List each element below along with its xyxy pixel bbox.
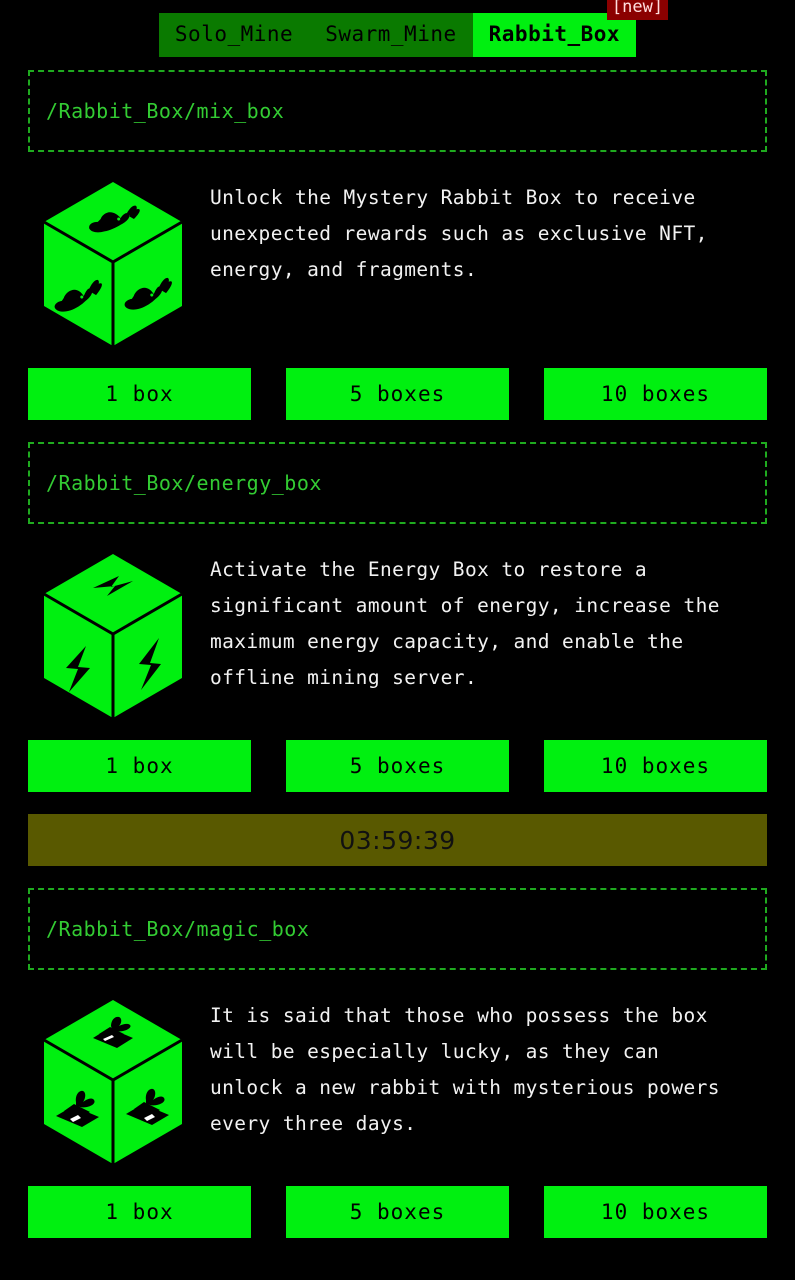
path-header-magic-box: /Rabbit_Box/magic_box [28, 888, 767, 970]
button-row-magic-box: 1 box 5 boxes 10 boxes [28, 1186, 767, 1238]
button-row-energy-box: 1 box 5 boxes 10 boxes [28, 740, 767, 792]
description-mix-box: Unlock the Mystery Rabbit Box to receive… [210, 186, 708, 281]
tab-swarm-mine[interactable]: Swarm_Mine [309, 12, 473, 58]
buy-10-boxes-magic[interactable]: 10 boxes [544, 1186, 767, 1238]
tab-solo-mine[interactable]: Solo_Mine [158, 12, 310, 58]
path-label: /Rabbit_Box/mix_box [46, 99, 285, 123]
section-mix-box: /Rabbit_Box/mix_box Unlock the Mystery R… [28, 70, 767, 420]
buy-1-box-energy[interactable]: 1 box [28, 740, 251, 792]
description-energy-box: Activate the Energy Box to restore a sig… [210, 558, 720, 689]
description-magic-box: It is said that those who possess the bo… [210, 1004, 720, 1135]
section-body-energy-box: Activate the Energy Box to restore a sig… [28, 546, 767, 722]
tab-group: Solo_Mine Swarm_Mine Rabbit_Box [new] [158, 0, 669, 58]
buy-5-boxes-magic[interactable]: 5 boxes [286, 1186, 509, 1238]
section-magic-box: /Rabbit_Box/magic_box It is said that th… [28, 888, 767, 1238]
section-body-mix-box: Unlock the Mystery Rabbit Box to receive… [28, 174, 767, 350]
cooldown-timer-value: 03:59:39 [339, 825, 456, 855]
section-energy-box: /Rabbit_Box/energy_box Activate the Ener… [28, 442, 767, 866]
magic-hat-cube-icon [38, 992, 188, 1168]
path-header-mix-box: /Rabbit_Box/mix_box [28, 70, 767, 152]
buy-1-box-magic[interactable]: 1 box [28, 1186, 251, 1238]
path-header-energy-box: /Rabbit_Box/energy_box [28, 442, 767, 524]
buy-10-boxes-energy[interactable]: 10 boxes [544, 740, 767, 792]
energy-cube-icon [38, 546, 188, 722]
rabbit-cube-icon [38, 174, 188, 350]
new-badge: [new] [606, 0, 669, 20]
page-content: /Rabbit_Box/mix_box Unlock the Mystery R… [0, 70, 795, 1238]
buy-5-boxes-mix[interactable]: 5 boxes [286, 368, 509, 420]
tab-bar: Solo_Mine Swarm_Mine Rabbit_Box [new] [0, 0, 795, 70]
buy-1-box-mix[interactable]: 1 box [28, 368, 251, 420]
button-row-mix-box: 1 box 5 boxes 10 boxes [28, 368, 767, 420]
buy-10-boxes-mix[interactable]: 10 boxes [544, 368, 767, 420]
path-label: /Rabbit_Box/magic_box [46, 917, 310, 941]
cooldown-timer-bar: 03:59:39 [28, 814, 767, 866]
path-label: /Rabbit_Box/energy_box [46, 471, 322, 495]
section-body-magic-box: It is said that those who possess the bo… [28, 992, 767, 1168]
buy-5-boxes-energy[interactable]: 5 boxes [286, 740, 509, 792]
